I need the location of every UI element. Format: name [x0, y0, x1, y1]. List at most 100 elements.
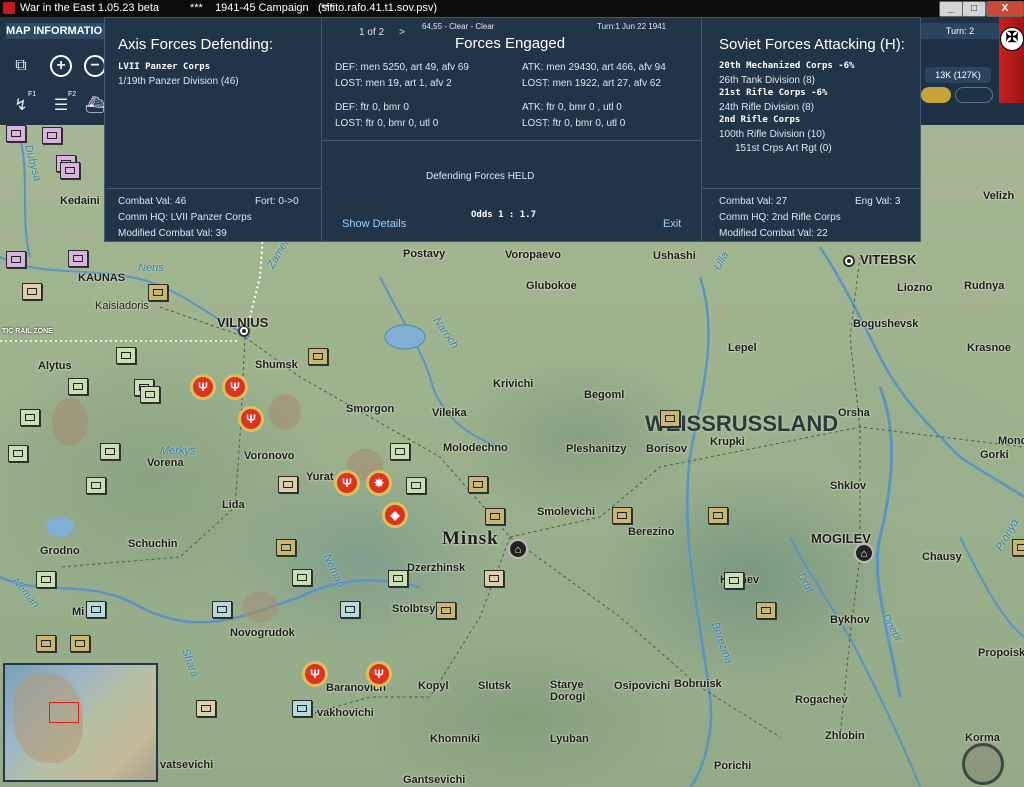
axis-unit-counter[interactable]: Ψ [238, 406, 264, 432]
soviet-unit-hq: 20th Mechanized Corps -6% [719, 61, 855, 71]
unit-counter[interactable] [390, 443, 410, 460]
axis-unit-counter[interactable]: Ψ [302, 661, 328, 687]
place-label: Orsha [838, 407, 870, 419]
show-details-button[interactable]: Show Details [342, 218, 406, 230]
axis-unit-counter[interactable]: ◆ [382, 502, 408, 528]
forces-engaged-title: Forces Engaged [455, 35, 566, 52]
unit-counter[interactable] [68, 378, 88, 395]
unit-counter[interactable] [6, 251, 26, 268]
unit-counter[interactable] [436, 602, 456, 619]
f1-hotkey-label: F1 [28, 91, 37, 98]
unit-counter[interactable] [22, 283, 42, 300]
place-label: vatsevichi [160, 759, 214, 771]
german-flag: ✠ [999, 17, 1024, 103]
unit-counter[interactable] [484, 570, 504, 587]
place-label: Lepel [728, 342, 757, 354]
unit-counter[interactable] [100, 443, 120, 460]
maximize-button[interactable]: □ [962, 1, 986, 17]
unit-counter[interactable] [1012, 539, 1024, 556]
unit-counter[interactable] [612, 507, 632, 524]
axis-unit-counter[interactable]: Ψ [222, 374, 248, 400]
exit-button[interactable]: Exit [663, 218, 681, 230]
unit-counter[interactable] [756, 602, 776, 619]
unit-counter[interactable] [278, 476, 298, 493]
axis-unit-counter[interactable]: Ψ [190, 374, 216, 400]
unit-counter[interactable] [485, 508, 505, 525]
unit-counter[interactable] [292, 569, 312, 586]
place-label: Starye Dorogi [550, 679, 586, 703]
atk-air: ATK: ftr 0, bmr 0 , utl 0 [522, 102, 622, 113]
place-label: Kedaini [60, 195, 100, 207]
toggle-button[interactable] [955, 87, 993, 103]
compass-icon[interactable] [962, 743, 1004, 785]
unit-counter[interactable] [276, 539, 296, 556]
place-label: Mi [72, 606, 85, 618]
river-label: Neris [138, 262, 164, 274]
place-label: Shklov [830, 480, 867, 492]
zoom-in-button[interactable]: + [50, 55, 72, 77]
axis-title: Axis Forces Defending: [118, 36, 274, 53]
river-label: Merkys [160, 445, 196, 457]
unit-counter[interactable] [60, 162, 80, 179]
unit-counter[interactable] [8, 445, 28, 462]
unit-counter[interactable] [20, 409, 40, 426]
unit-counter[interactable] [196, 700, 216, 717]
map-information-tab[interactable]: MAP INFORMATIO [6, 23, 104, 39]
next-page-button[interactable]: > [399, 27, 405, 38]
rail-icon[interactable]: ☰ [48, 95, 74, 117]
place-label: VILNIUS [217, 315, 269, 330]
unit-counter[interactable] [116, 347, 136, 364]
place-label: Pleshanitzy [566, 443, 627, 455]
factory-icon: ⌂ [854, 543, 874, 563]
unit-counter[interactable] [660, 410, 680, 427]
unit-counter[interactable] [468, 476, 488, 493]
place-label: Chausy [922, 551, 962, 563]
unit-counter[interactable] [36, 635, 56, 652]
place-label: Lida [222, 499, 245, 511]
minimap-viewport[interactable] [49, 702, 79, 723]
unit-counter[interactable] [140, 386, 160, 403]
axis-unit-counter[interactable]: Ψ [334, 470, 360, 496]
unit-counter[interactable] [292, 700, 312, 717]
unit-counter[interactable] [340, 601, 360, 618]
soviet-modified-combat-val: Modified Combat Val: 22 [719, 228, 828, 239]
place-label: Dzerzhinsk [407, 562, 466, 574]
unit-counter[interactable] [70, 635, 90, 652]
air-icon[interactable] [921, 87, 951, 103]
soviet-unit: 100th Rifle Division (10) [719, 129, 826, 140]
place-label: Voropaevo [505, 249, 562, 261]
axis-unit-counter-selected[interactable]: ✸ [366, 470, 392, 496]
unit-counter[interactable] [68, 250, 88, 267]
def-lost-men: LOST: men 19, art 1, afv 2 [335, 78, 452, 89]
unit-counter[interactable] [406, 477, 426, 494]
zoom-out-button[interactable]: − [84, 55, 106, 77]
place-label: Slutsk [478, 680, 512, 692]
unit-counter[interactable] [212, 601, 232, 618]
unit-counter[interactable] [6, 125, 26, 142]
close-button[interactable]: X [986, 1, 1024, 17]
place-label: Kopyl [418, 680, 449, 692]
axis-combat-val: Combat Val: 46 [118, 196, 187, 207]
unit-counter[interactable] [708, 507, 728, 524]
unit-counter[interactable] [86, 477, 106, 494]
unit-counter[interactable] [724, 572, 744, 589]
soviet-combat-val: Combat Val: 27 [719, 196, 788, 207]
movement-path-icon[interactable]: ↯ [8, 95, 34, 117]
unit-counter[interactable] [36, 571, 56, 588]
forces-engaged-column: 64,55 - Clear - Clear Turn:1 Jun 22 1941… [322, 18, 702, 241]
unit-counter[interactable] [148, 284, 168, 301]
minimize-button[interactable]: _ [939, 1, 963, 17]
unit-counter[interactable] [42, 127, 62, 144]
unit-counter[interactable] [308, 348, 328, 365]
def-air: DEF: ftr 0, bmr 0 [335, 102, 409, 113]
minimap[interactable] [3, 663, 158, 782]
window-titlebar: War in the East 1.05.23 beta *** 1941-45… [0, 0, 1024, 17]
window-toggle-icon[interactable]: ⧉ [8, 55, 34, 77]
place-label: Zhlobin [825, 730, 865, 742]
place-label: Gorki [980, 449, 1009, 461]
unit-counter[interactable] [388, 570, 408, 587]
place-label: Begoml [584, 389, 625, 401]
atk-men: ATK: men 29430, art 466, afv 94 [522, 62, 666, 73]
unit-counter[interactable] [86, 601, 106, 618]
axis-unit-counter[interactable]: Ψ [366, 661, 392, 687]
